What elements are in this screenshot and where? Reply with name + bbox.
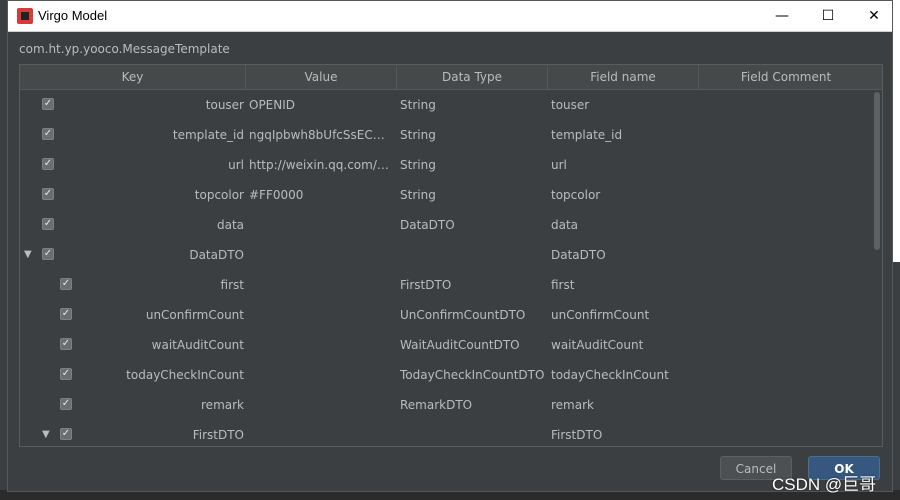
field-name-cell[interactable]: first	[551, 270, 697, 300]
key-cell[interactable]: touser	[20, 90, 244, 120]
value-cell[interactable]	[249, 360, 393, 390]
data-type-cell[interactable]	[400, 420, 548, 446]
table-row[interactable]: ▼ ✓ FirstDTO FirstDTO	[20, 420, 873, 446]
table-row[interactable]: ✓ remark RemarkDTO remark	[20, 390, 873, 420]
column-header-field-comment[interactable]: Field Comment	[699, 65, 873, 89]
minimize-button[interactable]: —	[759, 1, 805, 31]
data-type-cell[interactable]: RemarkDTO	[400, 390, 548, 420]
window-title: Virgo Model	[38, 8, 108, 23]
key-cell[interactable]: unConfirmCount	[20, 300, 244, 330]
vertical-scrollbar[interactable]	[873, 90, 882, 446]
key-cell[interactable]: remark	[20, 390, 244, 420]
key-cell[interactable]: todayCheckInCount	[20, 360, 244, 390]
watermark-text: CSDN @巨哥	[772, 475, 877, 494]
table-row[interactable]: ✓ url http://weixin.qq.com/d... String url	[20, 150, 873, 180]
data-type-cell[interactable]: String	[400, 120, 548, 150]
value-cell[interactable]	[249, 210, 393, 240]
data-type-cell[interactable]: String	[400, 150, 548, 180]
key-cell[interactable]: data	[20, 210, 244, 240]
field-name-cell[interactable]: template_id	[551, 120, 697, 150]
close-button[interactable]: ✕	[851, 1, 897, 31]
maximize-button[interactable]: ☐	[805, 1, 851, 31]
data-type-cell[interactable]: String	[400, 90, 548, 120]
column-header-data-type[interactable]: Data Type	[397, 65, 548, 89]
value-cell[interactable]	[249, 270, 393, 300]
virgo-model-dialog: Virgo Model — ☐ ✕ com.ht.yp.yooco.Messag…	[7, 0, 893, 492]
scrollbar-thumb[interactable]	[874, 92, 880, 250]
value-cell[interactable]	[249, 300, 393, 330]
data-type-cell[interactable]	[400, 240, 548, 270]
table-body: ✓ touser OPENID String touser ✓ template_id ngq…	[20, 90, 873, 446]
table-row[interactable]: ✓ data DataDTO data	[20, 210, 873, 240]
key-cell[interactable]: url	[20, 150, 244, 180]
key-cell[interactable]: FirstDTO	[20, 420, 244, 446]
table-row[interactable]: ✓ topcolor #FF0000 String topcolor	[20, 180, 873, 210]
key-cell[interactable]: waitAuditCount	[20, 330, 244, 360]
column-header-key[interactable]: Key	[20, 65, 246, 89]
field-name-cell[interactable]: topcolor	[551, 180, 697, 210]
value-cell[interactable]: OPENID	[249, 90, 393, 120]
field-name-cell[interactable]: DataDTO	[551, 240, 697, 270]
value-cell[interactable]: ngqIpbwh8bUfcSsECm...	[249, 120, 393, 150]
field-name-cell[interactable]: unConfirmCount	[551, 300, 697, 330]
app-logo-icon	[17, 8, 33, 24]
field-name-cell[interactable]: waitAuditCount	[551, 330, 697, 360]
value-cell[interactable]	[249, 240, 393, 270]
field-name-cell[interactable]: todayCheckInCount	[551, 360, 697, 390]
data-type-cell[interactable]: DataDTO	[400, 210, 548, 240]
field-name-cell[interactable]: touser	[551, 90, 697, 120]
data-type-cell[interactable]: TodayCheckInCountDTO	[400, 360, 548, 390]
value-cell[interactable]	[249, 330, 393, 360]
value-cell[interactable]: http://weixin.qq.com/d...	[249, 150, 393, 180]
key-cell[interactable]: template_id	[20, 120, 244, 150]
key-cell[interactable]: first	[20, 270, 244, 300]
field-name-cell[interactable]: data	[551, 210, 697, 240]
data-type-cell[interactable]: String	[400, 180, 548, 210]
key-cell[interactable]: topcolor	[20, 180, 244, 210]
class-name-label: com.ht.yp.yooco.MessageTemplate	[19, 42, 230, 56]
data-type-cell[interactable]: FirstDTO	[400, 270, 548, 300]
table-row[interactable]: ✓ waitAuditCount WaitAuditCountDTO waitAudi…	[20, 330, 873, 360]
table-header: Key Value Data Type Field name Field Com…	[20, 65, 882, 90]
background-app-edge	[892, 0, 900, 500]
table-row[interactable]: ✓ first FirstDTO first	[20, 270, 873, 300]
table-row[interactable]: ✓ todayCheckInCount TodayCheckInCountDTO to…	[20, 360, 873, 390]
value-cell[interactable]: #FF0000	[249, 180, 393, 210]
table-row[interactable]: ✓ template_id ngqIpbwh8bUfcSsECm... String t…	[20, 120, 873, 150]
field-name-cell[interactable]: remark	[551, 390, 697, 420]
table-row[interactable]: ✓ unConfirmCount UnConfirmCountDTO unConfir…	[20, 300, 873, 330]
field-name-cell[interactable]: FirstDTO	[551, 420, 697, 446]
data-type-cell[interactable]: WaitAuditCountDTO	[400, 330, 548, 360]
field-name-cell[interactable]: url	[551, 150, 697, 180]
column-header-field-name[interactable]: Field name	[548, 65, 699, 89]
table-row[interactable]: ✓ touser OPENID String touser	[20, 90, 873, 120]
title-bar[interactable]: Virgo Model — ☐ ✕	[8, 1, 892, 32]
value-cell[interactable]	[249, 390, 393, 420]
value-cell[interactable]	[249, 420, 393, 446]
key-cell[interactable]: DataDTO	[20, 240, 244, 270]
data-type-cell[interactable]: UnConfirmCountDTO	[400, 300, 548, 330]
model-table: Key Value Data Type Field name Field Com…	[19, 64, 883, 447]
column-header-value[interactable]: Value	[246, 65, 397, 89]
table-row[interactable]: ▼ ✓ DataDTO DataDTO	[20, 240, 873, 270]
